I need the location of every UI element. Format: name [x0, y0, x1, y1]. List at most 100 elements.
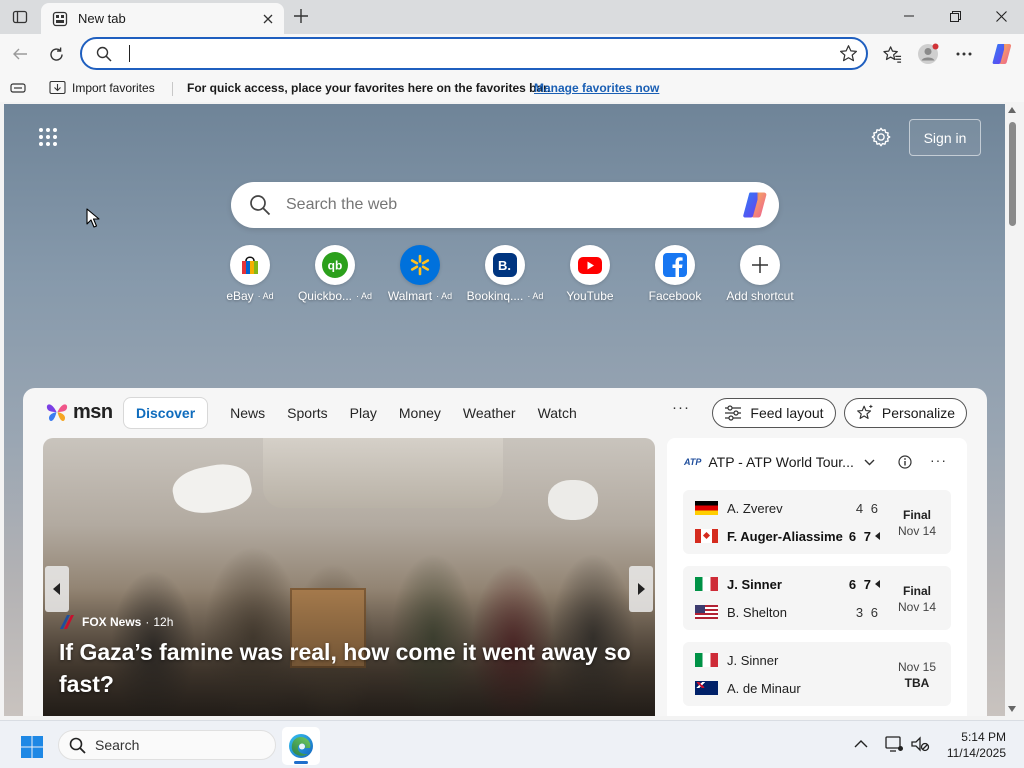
facebook-icon	[655, 245, 695, 285]
search-icon	[250, 195, 271, 216]
settings-and-more-button[interactable]	[950, 40, 978, 68]
shortcut-label: Walmart · Ad	[388, 289, 452, 303]
new-tab-button[interactable]	[290, 5, 312, 27]
shortcut-name: Facebook	[648, 289, 702, 303]
restore-button[interactable]	[932, 0, 978, 32]
player-row: A. Zverev 4 6	[695, 498, 880, 518]
favorites-button[interactable]	[878, 40, 906, 68]
tab-actions-button[interactable]	[8, 6, 32, 28]
nav-watch[interactable]: Watch	[538, 405, 577, 421]
import-favorites-label: Import favorites	[72, 80, 155, 95]
shortcut-name: Add shortcut	[726, 289, 794, 303]
page-settings-button[interactable]	[868, 124, 894, 150]
msn-butterfly-icon	[46, 404, 68, 422]
windows-start-icon[interactable]	[20, 735, 44, 759]
close-window-button[interactable]	[978, 0, 1024, 32]
chevron-right-icon	[638, 583, 645, 595]
add-shortcut-button[interactable]: Add shortcut	[718, 245, 802, 315]
quickbooks-icon: qb	[315, 245, 355, 285]
display-icon[interactable]	[884, 735, 904, 753]
article-age: 12h	[153, 615, 174, 629]
match-card[interactable]: J. Sinner 6 7 B. Shelton 3 6 Final Nov 1…	[683, 566, 951, 630]
title-bar: New tab	[0, 0, 1024, 34]
network-volume-icon[interactable]	[910, 735, 930, 753]
match-result: Final	[902, 508, 931, 522]
league-selector[interactable]: ATP ATP - ATP World Tour...	[684, 454, 875, 470]
address-bar[interactable]	[80, 37, 868, 70]
sparkle-star-icon	[856, 404, 874, 422]
player-row: A. de Minaur	[695, 678, 880, 698]
favorites-bar-toggle-icon[interactable]	[10, 81, 26, 95]
match-card[interactable]: J. Sinner A. de Minaur Nov 15 TBA	[683, 642, 951, 706]
news-feed: msn Discover News Sports Play Money Weat…	[23, 388, 987, 716]
chevron-up-icon[interactable]	[852, 735, 870, 753]
feed-layout-button[interactable]: Feed layout	[712, 398, 836, 428]
player-name: J. Sinner	[727, 652, 779, 668]
more-icon	[956, 52, 972, 56]
sign-in-button[interactable]: Sign in	[909, 119, 981, 156]
scrollbar-thumb[interactable]	[1009, 122, 1016, 226]
sports-more-button[interactable]: ···	[930, 452, 947, 468]
match-status: Final Nov 14	[883, 507, 951, 539]
carousel-prev-button[interactable]	[45, 566, 69, 612]
gear-icon	[871, 127, 891, 147]
profile-button[interactable]	[914, 40, 942, 68]
personalize-button[interactable]: Personalize	[844, 398, 967, 428]
info-icon[interactable]	[898, 455, 912, 469]
nav-play[interactable]: Play	[350, 405, 377, 421]
shortcut-label: Quickbo... · Ad	[298, 289, 372, 303]
manage-favorites-link[interactable]: Manage favorites now	[534, 81, 659, 95]
youtube-icon	[570, 245, 610, 285]
shortcut-booking[interactable]: B. Bookinq.... · Ad	[463, 245, 547, 315]
tab-close-button[interactable]	[258, 9, 278, 29]
carousel-next-button[interactable]	[629, 566, 653, 612]
clock[interactable]: 5:14 PM 11/14/2025	[936, 729, 1006, 761]
shortcut-label: eBay · Ad	[226, 289, 273, 303]
copilot-icon	[992, 44, 1012, 64]
scroll-down-arrow-icon[interactable]	[1008, 706, 1016, 712]
shortcut-ebay[interactable]: eBay · Ad	[208, 245, 292, 315]
nav-discover[interactable]: Discover	[123, 397, 209, 429]
import-favorites-button[interactable]: Import favorites	[49, 80, 155, 95]
shortcut-youtube[interactable]: YouTube	[548, 245, 632, 315]
nav-weather[interactable]: Weather	[463, 405, 516, 421]
shortcut-name: YouTube	[566, 289, 614, 303]
favorite-star-icon[interactable]	[839, 44, 858, 63]
shortcut-walmart[interactable]: Walmart · Ad	[378, 245, 462, 315]
nav-sports[interactable]: Sports	[287, 405, 327, 421]
page-scrollbar[interactable]	[1005, 104, 1020, 716]
nav-money[interactable]: Money	[399, 405, 441, 421]
taskbar: Search 5:14 PM 11/14/2025	[0, 720, 1024, 768]
ad-badge: · Ad	[436, 291, 453, 301]
minimize-button[interactable]	[886, 0, 932, 32]
taskbar-edge-button[interactable]	[282, 727, 320, 765]
favorites-bar-message: For quick access, place your favorites h…	[187, 81, 551, 95]
scroll-up-arrow-icon[interactable]	[1008, 107, 1016, 113]
copilot-icon[interactable]	[740, 190, 770, 220]
web-search-box[interactable]: Search the web	[231, 182, 779, 228]
back-button[interactable]	[6, 40, 34, 68]
browser-tab[interactable]: New tab	[41, 3, 284, 34]
hero-image-sack	[169, 458, 255, 520]
app-launcher-icon[interactable]	[38, 127, 58, 147]
player-name: B. Shelton	[727, 604, 787, 620]
usa-flag-icon	[695, 605, 718, 619]
shortcut-facebook[interactable]: Facebook	[633, 245, 717, 315]
refresh-button[interactable]	[42, 40, 70, 68]
search-icon	[96, 46, 112, 62]
chevron-down-icon	[864, 459, 875, 465]
match-card[interactable]: A. Zverev 4 6 F. Auger-Aliassime 6 7 Fin…	[683, 490, 951, 554]
taskbar-search[interactable]: Search	[58, 730, 276, 760]
shortcut-quickbooks[interactable]: qb Quickbo... · Ad	[293, 245, 377, 315]
hero-news-card[interactable]: FOX News · 12h If Gaza’s famine was real…	[43, 438, 655, 716]
canada-flag-icon	[695, 529, 718, 543]
nav-news[interactable]: News	[230, 405, 265, 421]
svg-text:B.: B.	[498, 258, 511, 273]
article-headline[interactable]: If Gaza’s famine was real, how come it w…	[59, 636, 639, 700]
sliders-icon	[724, 405, 742, 421]
feed-more-button[interactable]: ···	[671, 400, 691, 420]
player-name: A. Zverev	[727, 500, 783, 516]
italy-flag-icon	[695, 653, 718, 667]
msn-logo[interactable]: msn	[44, 397, 113, 427]
copilot-button[interactable]	[988, 40, 1016, 68]
